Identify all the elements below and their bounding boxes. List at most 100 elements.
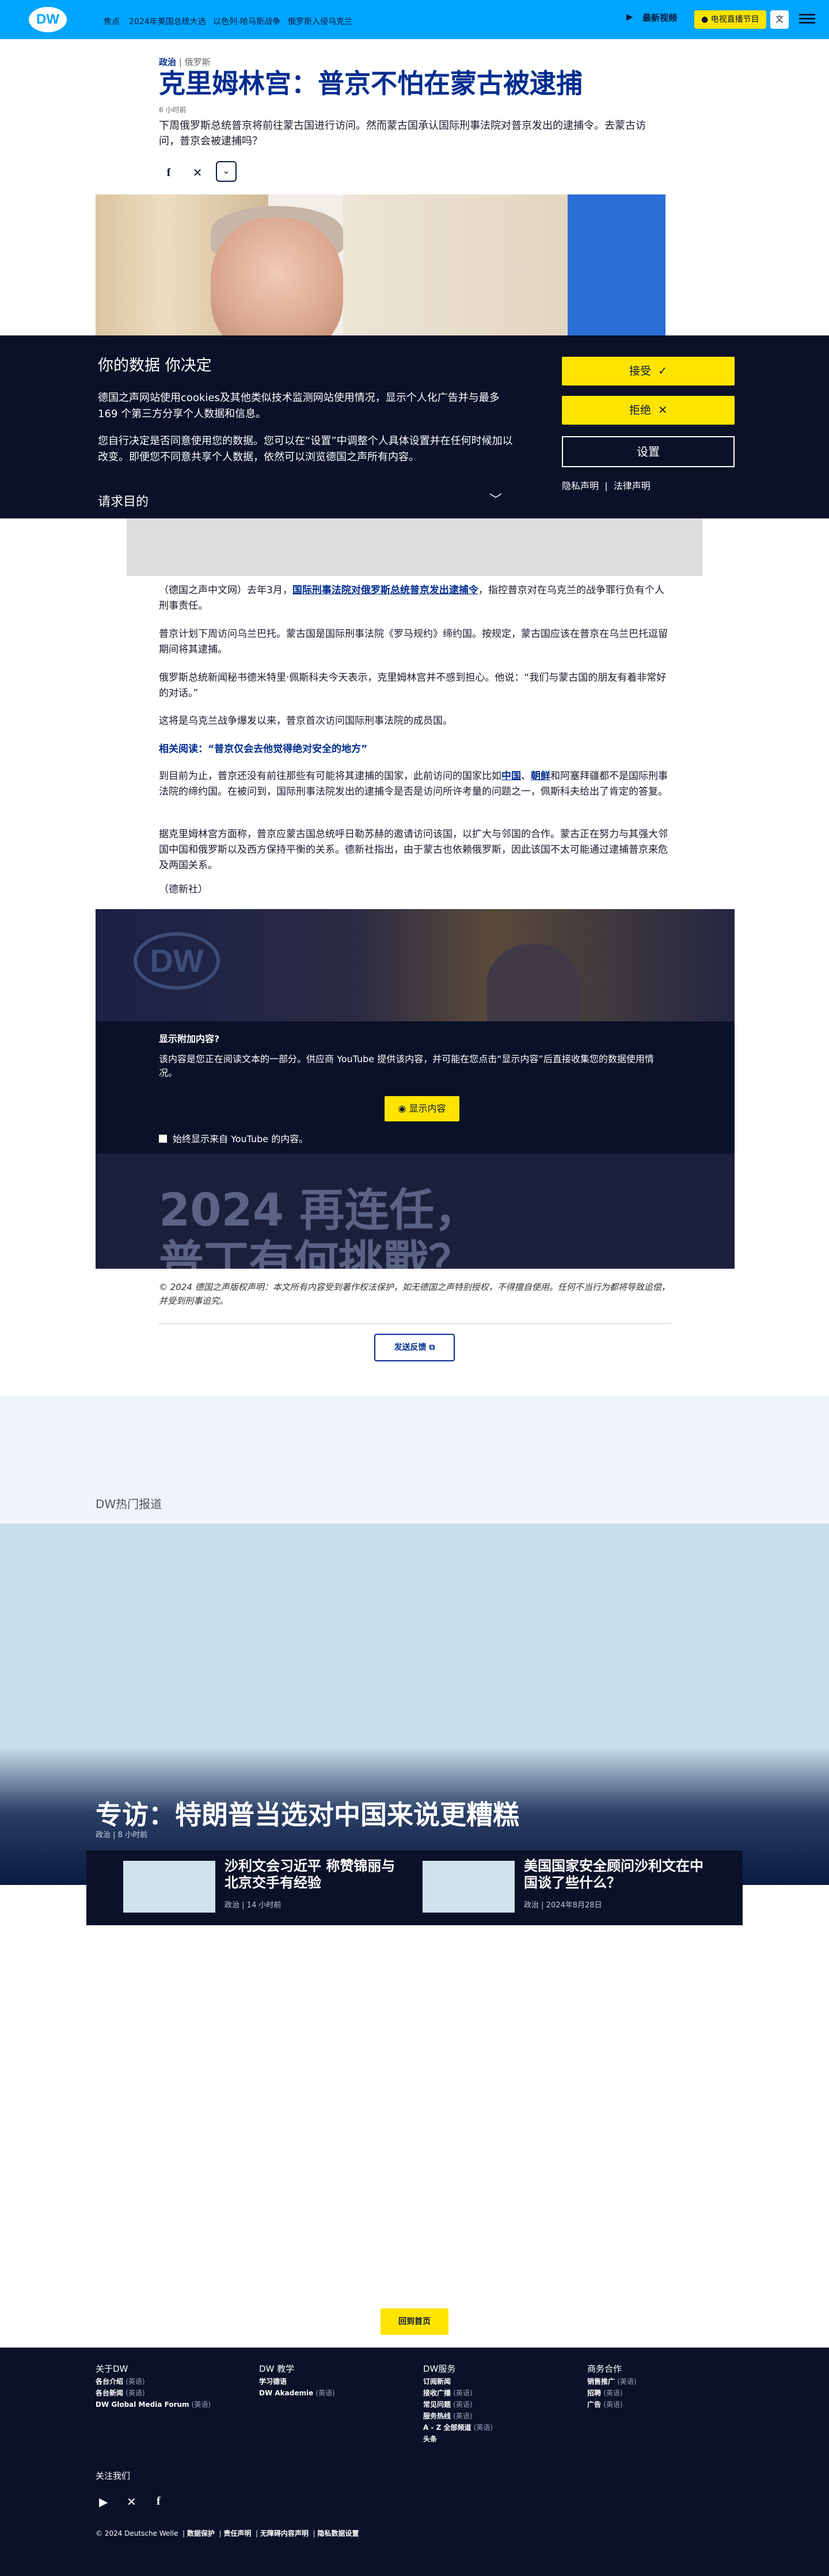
image-placeholder <box>127 518 702 576</box>
copyright-notice: © 2024 德国之声版权声明：本文所有内容受到著作权法保护，如无德国之声特别授… <box>159 1282 670 1306</box>
footer-link[interactable]: 服务热线 (英语) <box>423 2411 473 2421</box>
footer-link[interactable]: 招聘 (英语) <box>587 2388 623 2398</box>
footer-copyright: © 2024 Deutsche Welle <box>96 2529 178 2537</box>
article-kicker: 政治 | 俄罗斯 <box>159 56 211 68</box>
footer-link[interactable]: 订阅新闻 <box>423 2376 451 2386</box>
legal-link[interactable]: 无障碍内容声明 <box>260 2529 309 2537</box>
privacy-link[interactable]: 隐私声明 <box>562 480 599 491</box>
kicker-separator: | <box>178 57 182 67</box>
footer-link[interactable]: DW Global Media Forum (英语) <box>96 2399 211 2409</box>
show-content-button[interactable]: ◉ 显示内容 <box>385 1096 459 1121</box>
china-link[interactable]: 中国 <box>501 770 521 782</box>
embed-heading: 显示附加内容? <box>159 1033 220 1044</box>
footer-heading: DW服务 <box>423 2364 456 2374</box>
consent-description: 德国之声网站使用cookies及其他类似技术监测网站使用情况，显示个人化广告并与… <box>98 392 500 420</box>
consent-purpose-toggle[interactable]: 请求目的 <box>98 491 149 510</box>
teaser-title[interactable]: 沙利文会习近平 称赞锦丽与北京交手有经验 <box>225 1858 409 1891</box>
link-separator: | <box>602 480 611 491</box>
article-paragraph: 普京计划下周访问乌兰巴托。蒙古国是国际刑事法院《罗马规约》缔约国。按规定，蒙古国… <box>159 628 668 656</box>
related-reading-link[interactable]: 相关阅读：“普京仅会去他觉得绝对安全的地方” <box>159 741 367 755</box>
top-navigation: DW 焦点 2024年美国总统大选 以色列-哈马斯战争 俄罗斯入侵乌克兰 ▶ 最… <box>0 0 829 39</box>
footer-link[interactable]: 各台新闻 (英语) <box>96 2388 145 2398</box>
footer-link[interactable]: 各台介绍 (英语) <box>96 2376 145 2386</box>
footer-link[interactable]: DW Akademie (英语) <box>259 2388 335 2398</box>
article-paragraph: 据克里姆林宫方面称，普京应蒙古国总统呼日勒苏赫的邀请访问该国，以扩大与邻国的合作… <box>159 829 668 872</box>
featured-story-title[interactable]: 专访：特朗普当选对中国来说更糟糕 <box>96 1794 519 1832</box>
hot-topics-label: 焦点 <box>104 17 120 26</box>
dw-logo[interactable]: DW <box>29 7 67 32</box>
back-to-home-button[interactable]: 回到首页 <box>381 2308 448 2335</box>
footer-link[interactable]: 头条 <box>423 2434 437 2444</box>
article-paragraph: 这将是乌克兰战争爆发以来，普京首次访问国际刑事法院的成员国。 <box>159 715 452 727</box>
footer-link[interactable]: 接收广播 (英语) <box>423 2388 473 2398</box>
article-headline: 克里姆林宫：普京不怕在蒙古被逮捕 <box>159 68 583 99</box>
settings-button[interactable]: 设置 <box>562 436 735 467</box>
legal-link[interactable]: 责任声明 <box>223 2529 251 2537</box>
footer-link[interactable]: 学习德语 <box>259 2376 287 2386</box>
footer-link[interactable]: 广告 (英语) <box>587 2399 623 2409</box>
reject-label: 拒绝 <box>629 404 651 417</box>
footer-link[interactable]: A - Z 全部频道 (英语) <box>423 2422 493 2432</box>
close-icon: ✕ <box>655 404 668 417</box>
follow-us-label: 关注我们 <box>96 2471 131 2481</box>
dw-watermark-logo: DW <box>134 932 220 990</box>
article-timestamp: 6 小时前 <box>159 106 187 114</box>
always-show-checkbox[interactable]: 始终显示来自 YouTube 的内容。 <box>159 1131 308 1145</box>
video-icon[interactable]: ▶ <box>626 12 633 22</box>
eye-icon: ◉ <box>398 1103 409 1114</box>
hero-image <box>96 194 735 335</box>
x-icon[interactable]: ✕ <box>127 2495 136 2509</box>
nav-link-russia-ukraine[interactable]: 俄罗斯入侵乌克兰 <box>288 16 352 27</box>
youtube-embed: DW 2024 再连任， 普丁有何挑戰？ <box>96 909 735 1269</box>
footer-heading: DW 教学 <box>259 2364 295 2374</box>
legal-link[interactable]: 隐私数据设置 <box>317 2529 359 2537</box>
chevron-down-icon[interactable]: ﹀ <box>489 490 502 508</box>
category-link[interactable]: 政治 <box>159 57 176 67</box>
footer-link[interactable]: 销售推广 (英语) <box>587 2376 637 2386</box>
feedback-label: 发送反馈 <box>394 1343 427 1352</box>
live-tv-label: 电视直播节目 <box>710 15 759 24</box>
nav-link-us-election[interactable]: 2024年美国总统大选 <box>129 16 206 27</box>
checkbox-icon <box>159 1135 167 1143</box>
featured-story-meta: 政治 | 8 小时前 <box>96 1831 148 1840</box>
teaser-thumbnail[interactable] <box>123 1861 215 1913</box>
consent-title: 你的数据 你决定 <box>98 357 212 375</box>
legal-link[interactable]: 法律声明 <box>614 480 651 491</box>
copy-icon: ⧉ <box>429 1343 435 1352</box>
facebook-icon[interactable]: f <box>157 2495 161 2508</box>
accept-label: 接受 <box>629 365 651 377</box>
teaser-title[interactable]: 美国国家安全顾问沙利文在中国谈了些什么？ <box>524 1858 708 1891</box>
cookie-consent-banner: 你的数据 你决定 德国之声网站使用cookies及其他类似技术监测网站使用情况，… <box>0 335 829 518</box>
nav-link-israel-hamas[interactable]: 以色列-哈马斯战争 <box>213 16 280 27</box>
send-feedback-button[interactable]: 发送反馈 ⧉ <box>374 1334 455 1361</box>
embed-description: 该内容是您正在阅读文本的一部分。供应商 YouTube 提供该内容，并可能在您点… <box>159 1054 654 1078</box>
youtube-icon[interactable]: ▶ <box>99 2495 108 2509</box>
language-button[interactable]: 文 <box>770 10 789 29</box>
more-share-chevron-icon[interactable]: ⌄ <box>216 161 237 182</box>
popular-section-label: DW热门报道 <box>96 1497 162 1511</box>
reject-button[interactable]: 拒绝 ✕ <box>562 396 735 425</box>
latest-video-link[interactable]: 最新视频 <box>642 12 677 24</box>
divider <box>159 1323 671 1324</box>
facebook-share-icon[interactable]: f <box>159 163 178 182</box>
legal-link[interactable]: 数据保护 <box>187 2529 215 2537</box>
accept-button[interactable]: 接受 ✓ <box>562 357 735 386</box>
always-show-label: 始终显示来自 YouTube 的内容。 <box>173 1134 309 1144</box>
article-paragraph: 俄罗斯总统新闻秘书德米特里·佩斯科夫今天表示，克里姆林宫并不感到担心。他说：“我… <box>159 672 667 700</box>
teaser-meta: 政治 | 14 小时前 <box>225 1901 282 1910</box>
teaser-thumbnail[interactable] <box>423 1861 515 1913</box>
consent-description-2: 您自行决定是否同意使用您的数据。您可以在“设置”中调整个人具体设置并在任何时候加… <box>98 435 513 463</box>
footer-link[interactable]: 常见问题 (英语) <box>423 2399 473 2409</box>
footer-heading: 关于DW <box>96 2364 128 2374</box>
menu-icon[interactable] <box>799 12 815 28</box>
article-source: （德新社） <box>159 884 208 895</box>
icc-warrant-link[interactable]: 国际刑事法院对俄罗斯总统普京发出逮捕令 <box>292 585 478 596</box>
north-korea-link[interactable]: 朝鲜 <box>531 770 550 782</box>
footer-heading: 商务合作 <box>587 2364 622 2374</box>
consent-links: 隐私声明 | 法律声明 <box>562 478 651 492</box>
x-share-icon[interactable]: ✕ <box>188 163 207 182</box>
subcategory-link[interactable]: 俄罗斯 <box>185 57 211 67</box>
video-overlay-text: 2024 再连任， 普丁有何挑戰？ <box>159 1185 480 1269</box>
live-tv-button[interactable]: ● 电视直播节目 <box>694 10 766 29</box>
article-paragraph: 到目前为止，普京还没有前往那些有可能将其逮捕的国家，此前访问的国家比如中国、朝鲜… <box>159 770 668 798</box>
